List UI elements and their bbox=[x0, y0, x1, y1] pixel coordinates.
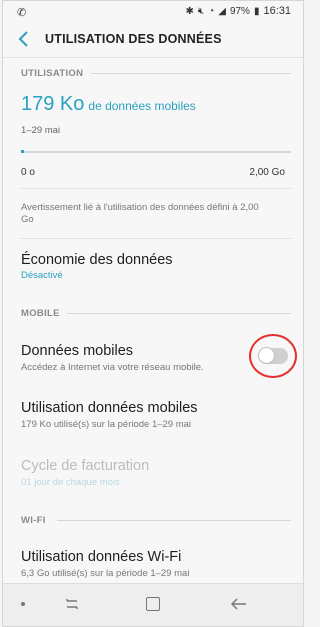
divider bbox=[21, 238, 291, 239]
app-bar: UTILISATION DES DONNÉES bbox=[3, 23, 303, 57]
battery-percent: 97% bbox=[229, 5, 250, 17]
mobile-usage-subtitle: 179 Ko utilisé(s) sur la période 1–29 ma… bbox=[21, 419, 192, 430]
section-label-usage: UTILISATION bbox=[21, 68, 84, 79]
mobile-usage-title: Utilisation données mobiles bbox=[21, 400, 198, 416]
highlight-circle bbox=[249, 334, 297, 378]
wifi-icon: ◔ bbox=[208, 5, 215, 17]
usage-amount-unit: de données mobiles bbox=[88, 99, 196, 113]
mobile-data-title: Données mobiles bbox=[21, 343, 134, 359]
usage-warning: Avertissement lié à l'utilisation des do… bbox=[21, 202, 259, 225]
divider bbox=[21, 188, 291, 189]
battery-icon: ▮ bbox=[253, 5, 260, 17]
nav-back-icon[interactable] bbox=[231, 597, 247, 611]
billing-cycle-subtitle: 01 jour de chaque mois bbox=[21, 477, 120, 488]
usage-progress-fill bbox=[21, 150, 24, 153]
back-arrow-icon[interactable] bbox=[16, 29, 32, 49]
screen: ✆ ✱ 🔇︎ ◔ ◢ 97% ▮ 16:31 UTILISATION DES D… bbox=[2, 0, 304, 627]
section-divider bbox=[57, 520, 291, 521]
wifi-usage-subtitle: 6,3 Go utilisé(s) sur la période 1–29 ma… bbox=[21, 568, 190, 579]
section-divider bbox=[91, 73, 291, 74]
mobile-data-subtitle: Accédez à Internet via votre réseau mobi… bbox=[21, 362, 204, 373]
signal-icon: ◢ bbox=[218, 5, 226, 17]
home-icon[interactable] bbox=[146, 597, 160, 611]
section-label-mobile: MOBILE bbox=[21, 308, 60, 319]
clock: 16:31 bbox=[263, 5, 291, 17]
usage-amount-value: 179 Ko bbox=[21, 93, 85, 115]
usage-amount: 179 Ko de données mobiles bbox=[21, 93, 196, 116]
bluetooth-icon: ✱ bbox=[185, 5, 194, 17]
nav-dot-icon[interactable] bbox=[21, 602, 25, 606]
status-bar: ✆ ✱ 🔇︎ ◔ ◢ 97% ▮ 16:31 bbox=[3, 1, 303, 23]
divider bbox=[3, 57, 303, 58]
data-saver-status: Désactivé bbox=[21, 270, 63, 281]
mute-icon: 🔇︎ bbox=[197, 5, 205, 17]
page-title: UTILISATION DES DONNÉES bbox=[45, 32, 222, 46]
section-divider bbox=[67, 313, 291, 314]
navigation-bar bbox=[3, 583, 303, 626]
usage-progress-track bbox=[21, 151, 291, 153]
usage-period: 1–29 mai bbox=[21, 125, 61, 136]
usage-max-label: 2,00 Go bbox=[249, 167, 285, 178]
billing-cycle-title: Cycle de facturation bbox=[21, 458, 150, 474]
phone-icon: ✆ bbox=[17, 7, 27, 19]
section-label-wifi: WI-FI bbox=[21, 515, 46, 526]
data-saver-title: Économie des données bbox=[21, 252, 173, 268]
wifi-usage-title: Utilisation données Wi-Fi bbox=[21, 549, 182, 565]
usage-min-label: 0 o bbox=[21, 167, 35, 178]
recent-apps-icon[interactable] bbox=[65, 597, 79, 611]
